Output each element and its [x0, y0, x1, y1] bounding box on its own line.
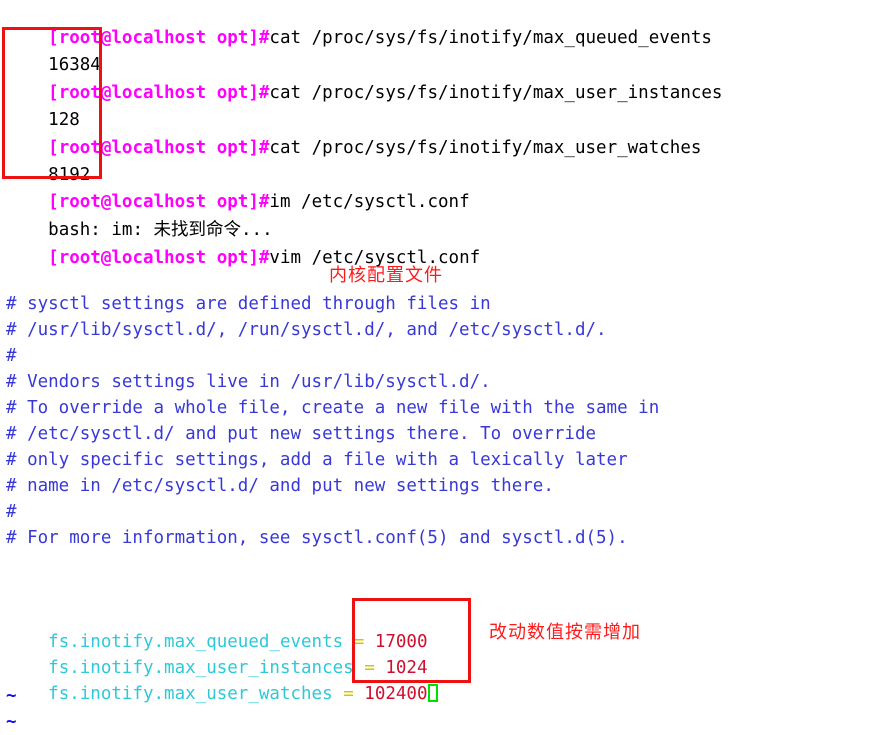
editor-setting-line: fs.inotify.max_user_watches = 102400	[6, 658, 438, 730]
editor-comment-line: # For more information, see sysctl.conf(…	[6, 528, 628, 548]
editor-comment-line: #	[6, 502, 17, 522]
setting-equals: =	[343, 684, 354, 704]
setting-value: 102400	[364, 684, 428, 704]
annotation-kernel-config-file: 内核配置文件	[329, 265, 443, 286]
annotation-change-values: 改动数值按需增加	[489, 622, 641, 643]
shell-prompt: [root@localhost opt]#	[48, 83, 270, 103]
shell-command: cat /proc/sys/fs/inotify/max_user_watche…	[269, 138, 702, 158]
editor-comment-line: # /usr/lib/sysctl.d/, /run/sysctl.d/, an…	[6, 320, 607, 340]
editor-empty-line-marker: ~	[6, 712, 17, 732]
editor-comment-line: # sysctl settings are defined through fi…	[6, 294, 491, 314]
editor-comment-line: # Vendors settings live in /usr/lib/sysc…	[6, 372, 491, 392]
shell-command: cat /proc/sys/fs/inotify/max_queued_even…	[269, 28, 712, 48]
editor-comment-line: # /etc/sysctl.d/ and put new settings th…	[6, 424, 597, 444]
shell-command: im /etc/sysctl.conf	[269, 192, 470, 212]
shell-command: cat /proc/sys/fs/inotify/max_user_instan…	[269, 83, 723, 103]
shell-prompt: [root@localhost opt]#	[48, 248, 270, 268]
editor-comment-line: # name in /etc/sysctl.d/ and put new set…	[6, 476, 554, 496]
editor-comment-line: #	[6, 346, 17, 366]
editor-comment-line: # only specific settings, add a file wit…	[6, 450, 628, 470]
text-cursor	[427, 684, 438, 702]
editor-comment-line: # To override a whole file, create a new…	[6, 398, 660, 418]
setting-key: fs.inotify.max_user_watches	[48, 684, 333, 704]
terminal-window: [root@localhost opt]#cat /proc/sys/fs/in…	[0, 0, 890, 735]
editor-empty-line-marker: ~	[6, 686, 17, 706]
